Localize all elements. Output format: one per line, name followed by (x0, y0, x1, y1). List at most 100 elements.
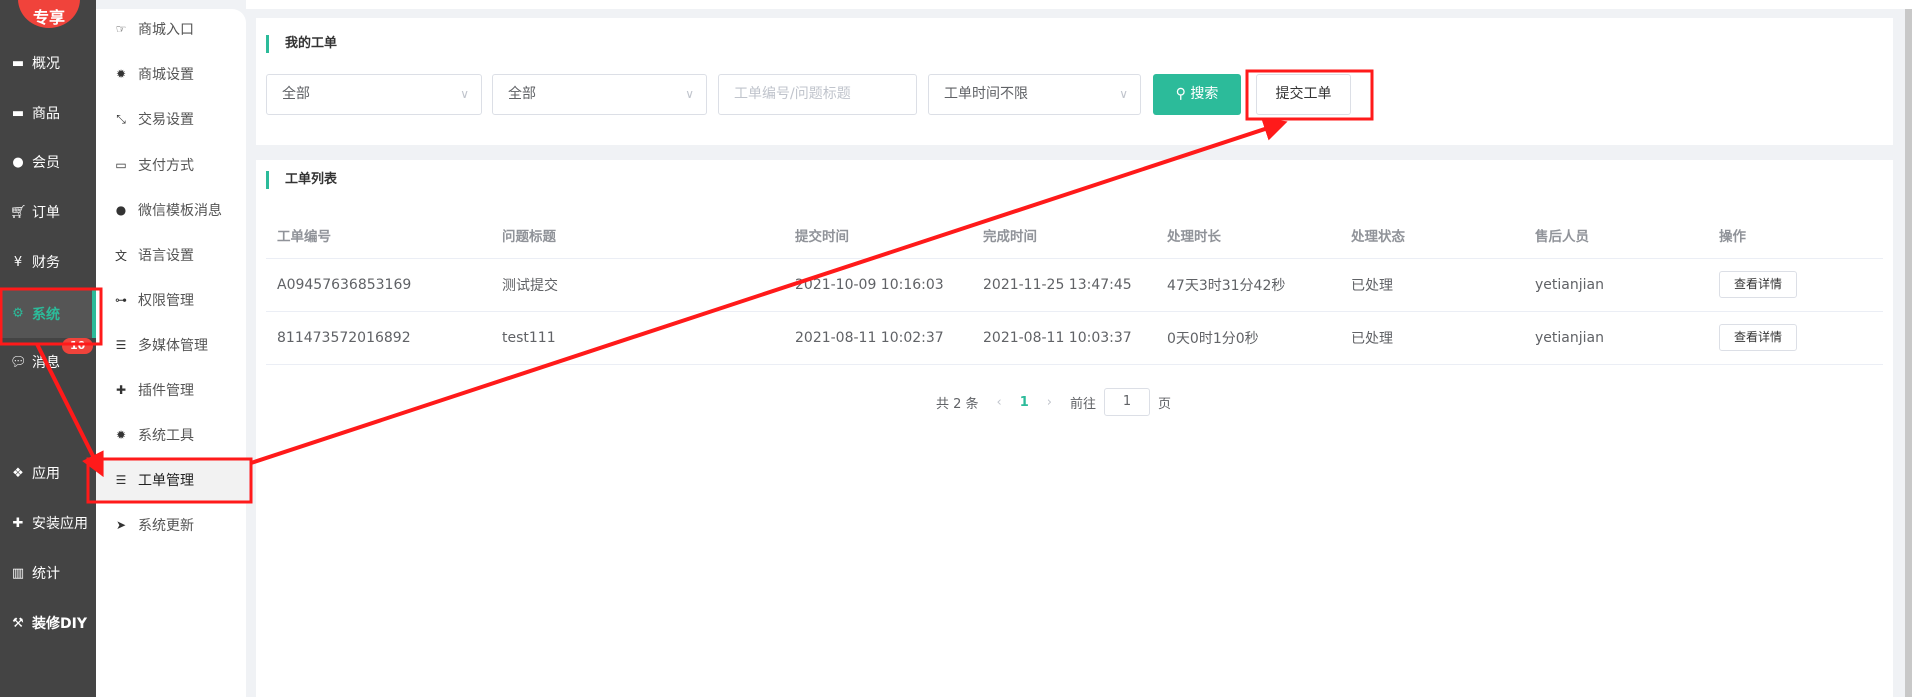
message-badge: 10 (62, 338, 94, 354)
section-title: 工单列表 (266, 171, 337, 189)
list-icon: ☰ (115, 338, 127, 352)
select-value: 全部 (282, 86, 310, 102)
scrollbar[interactable] (1905, 9, 1912, 697)
ticket-list-card: 工单列表 工单编号 问题标题 提交时间 完成时间 处理时长 处理状态 售后人员 … (256, 160, 1893, 697)
goto-label: 前往 (1070, 396, 1097, 412)
support-staff: yetianjian (1524, 258, 1708, 312)
submenu-item-media[interactable]: ☰ 多媒体管理 (96, 323, 246, 367)
submenu-item-label: 系统工具 (138, 428, 194, 444)
table-row: 811473572016892 test111 2021-08-11 10:02… (266, 311, 1883, 365)
support-staff: yetianjian (1524, 311, 1708, 365)
submit-time: 2021-10-09 10:16:03 (784, 258, 972, 312)
submenu-item-label: 支付方式 (138, 158, 194, 174)
ticket-id: 811473572016892 (266, 311, 491, 365)
view-details-button[interactable]: 查看详情 (1719, 271, 1798, 298)
submenu-item-payment[interactable]: ▭ 支付方式 (96, 143, 246, 187)
column-header: 提交时间 (784, 212, 972, 259)
submenu-item-label: 多媒体管理 (138, 338, 208, 354)
submenu-item-wechat-template[interactable]: ● 微信模板消息 (96, 188, 246, 232)
chevron-down-icon: ∨ (460, 87, 469, 101)
gamepad-icon: ⊶ (115, 293, 127, 307)
sidebar-item-orders[interactable]: 🛒︎ 订单 (0, 189, 96, 235)
top-strip (246, 0, 1912, 9)
submenu-item-label: 商城设置 (138, 67, 194, 83)
archive-icon: ▬ (11, 105, 25, 121)
sidebar-item-install-apps[interactable]: ✚ 安装应用 (0, 500, 96, 546)
select-value: 工单时间不限 (944, 86, 1028, 102)
complete-time: 2021-11-25 13:47:45 (972, 258, 1156, 312)
sidebar-item-apps[interactable]: ❖ 应用 (0, 450, 96, 496)
hand-point-icon: ☞ (115, 22, 127, 36)
submenu-item-label: 插件管理 (138, 383, 194, 399)
sidebar-item-system[interactable]: ⚙ 系统 (0, 289, 96, 338)
sidebar-item-label: 应用 (32, 466, 60, 482)
actions-cell: 查看详情 (1708, 258, 1883, 312)
sidebar-item-diy[interactable]: ⚒ 装修DIY (0, 600, 96, 646)
submenu-item-permissions[interactable]: ⊶ 权限管理 (96, 278, 246, 322)
sidebar-item-label: 财务 (32, 255, 60, 271)
gear-icon: ✹ (115, 67, 127, 81)
time-filter-select[interactable]: 工单时间不限 ∨ (928, 74, 1141, 115)
sidebar-item-goods[interactable]: ▬ 商品 (0, 90, 96, 136)
submenu-item-label: 微信模板消息 (138, 203, 222, 219)
submenu-item-mall-settings[interactable]: ✹ 商城设置 (96, 52, 246, 96)
sidebar-item-label: 安装应用 (32, 516, 88, 532)
submenu-item-trade-settings[interactable]: ⤡ 交易设置 (96, 97, 246, 141)
submit-ticket-button[interactable]: 提交工单 (1256, 74, 1351, 115)
submenu-item-label: 权限管理 (138, 293, 194, 309)
list-icon: ☰ (115, 473, 127, 487)
submenu-item-language[interactable]: 文语言设置 (96, 233, 246, 277)
actions-cell: 查看详情 (1708, 311, 1883, 365)
sidebar-item-stats[interactable]: ▥ 统计 (0, 550, 96, 596)
paper-plane-icon: ➤ (115, 518, 127, 532)
prev-page-icon[interactable]: ‹ (997, 395, 1002, 410)
sidebar-item-label: 消息 (32, 355, 60, 371)
ticket-title: test111 (491, 311, 784, 365)
duration: 47天3时31分42秒 (1156, 258, 1340, 312)
column-header: 操作 (1708, 212, 1883, 259)
gear-icon: ✹ (115, 428, 127, 442)
column-header: 售后人员 (1524, 212, 1708, 259)
column-header: 处理状态 (1340, 212, 1524, 259)
table-header-row: 工单编号 问题标题 提交时间 完成时间 处理时长 处理状态 售后人员 操作 (266, 212, 1883, 259)
status-filter-select[interactable]: 全部 ∨ (266, 74, 482, 115)
submenu-item-label: 语言设置 (138, 248, 194, 264)
sidebar-item-label: 概况 (32, 56, 60, 72)
compress-icon: ⤡ (116, 111, 126, 126)
next-page-icon[interactable]: › (1047, 395, 1052, 410)
submenu-item-system-update[interactable]: ➤ 系统更新 (96, 503, 246, 547)
submenu-item-label: 系统更新 (138, 518, 194, 534)
goto-page-input[interactable]: 1 (1104, 388, 1151, 416)
submenu-item-mall-entry[interactable]: ☞ 商城入口 (96, 7, 246, 51)
sidebar-item-label: 商品 (32, 106, 60, 122)
gears-icon: ⚙ (12, 306, 24, 321)
sidebar-item-label: 装修DIY (32, 616, 87, 632)
column-header: 完成时间 (972, 212, 1156, 259)
page-number[interactable]: 1 (1020, 395, 1029, 410)
sidebar-item-finance[interactable]: ¥ 财务 (0, 239, 96, 285)
submit-time: 2021-08-11 10:02:37 (784, 311, 972, 365)
main-sidebar: 专享 ▬ 概况 ▬ 商品 ● 会员 🛒︎ 订单 ¥ 财务 ⚙ 系统 💬︎ 消息 10 ❖ 应用 … (0, 0, 96, 697)
cubes-icon: ❖ (12, 465, 24, 481)
search-input[interactable]: 工单编号/问题标题 (718, 74, 917, 115)
hammer-icon: ⚒ (12, 615, 24, 631)
select-value: 全部 (508, 86, 536, 102)
search-icon: ⚲ (1175, 86, 1191, 102)
sidebar-item-members[interactable]: ● 会员 (0, 139, 96, 185)
submenu-item-system-tools[interactable]: ✹ 系统工具 (96, 413, 246, 457)
duration: 0天0时1分0秒 (1156, 311, 1340, 365)
sidebar-item-overview[interactable]: ▬ 概况 (0, 40, 96, 86)
column-header: 处理时长 (1156, 212, 1340, 259)
submenu-item-plugins[interactable]: ✚ 插件管理 (96, 368, 246, 412)
submenu-item-ticket-management[interactable]: ☰ 工单管理 (96, 458, 246, 502)
table-row: A09457636853169 测试提交 2021-10-09 10:16:03… (266, 258, 1883, 312)
search-button-label: 搜索 (1190, 86, 1219, 102)
type-filter-select[interactable]: 全部 ∨ (492, 74, 707, 115)
wechat-icon: ● (115, 203, 127, 217)
chevron-down-icon: ∨ (1119, 87, 1128, 101)
yen-icon: ¥ (13, 254, 23, 270)
page-suffix: 页 (1158, 396, 1172, 412)
view-details-button[interactable]: 查看详情 (1719, 324, 1798, 351)
search-button[interactable]: ⚲ 搜索 (1153, 74, 1241, 115)
search-placeholder: 工单编号/问题标题 (734, 86, 851, 102)
